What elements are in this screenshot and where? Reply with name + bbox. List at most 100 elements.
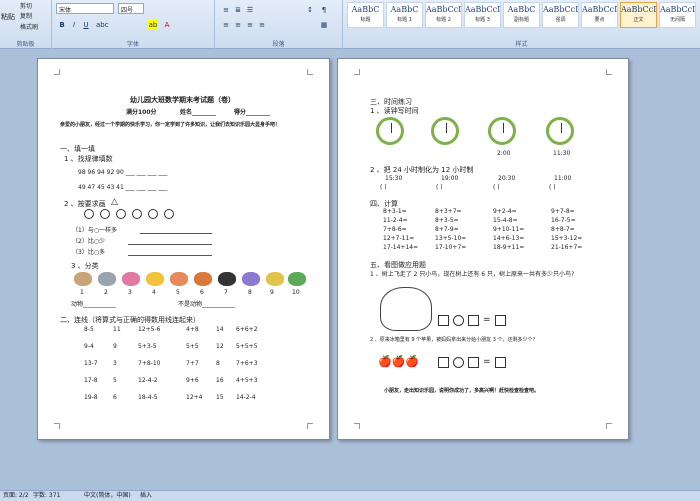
calc-item: 15-4-8= (493, 217, 518, 224)
table-cell: 18-4-5 (138, 394, 158, 401)
copy-button[interactable]: 复制 (20, 11, 32, 20)
circle-shape (100, 209, 110, 219)
style-heading-2[interactable]: AaBbCcD 标题 2 (425, 2, 462, 28)
apples-picture: 🍎🍎🍎 (378, 355, 420, 368)
language-indicator[interactable]: 中文(简体，中国) (84, 491, 131, 501)
picture-number: 5 (176, 289, 180, 296)
style-sample: AaBbCcDd (582, 5, 617, 14)
section-5-heading: 五、看图做应用题 (370, 261, 426, 269)
calc-item: 18-9+11= (493, 244, 525, 251)
not-animals-answer: 不是动物___________ (178, 301, 236, 308)
table-cell: 7+6+3 (236, 360, 258, 367)
picture-number: 7 (224, 289, 228, 296)
section-2-heading: 二、连线（将算式与正确的得数用线连起来） (60, 316, 200, 324)
answer-square (468, 315, 479, 326)
paragraph-label: 段落 (272, 41, 285, 48)
table-cell: 8 (216, 360, 220, 367)
calc-item: 15+3-12= (551, 235, 583, 242)
bold-icon[interactable]: B (57, 20, 67, 30)
cut-button[interactable]: 剪切 (20, 1, 32, 10)
answer-square (495, 315, 506, 326)
margin-mark (307, 423, 313, 429)
paste-button[interactable]: 粘贴 (1, 12, 15, 22)
calc-item: 17-14+14= (383, 244, 419, 251)
draw-question-3: （3）比○多 (72, 249, 106, 256)
style-title[interactable]: AaBbC 标题 (347, 2, 384, 28)
borders-icon[interactable]: ▦ (319, 20, 329, 30)
calc-item: 9+10-11= (493, 226, 525, 233)
style-sample: AaBbC (390, 5, 419, 14)
table-cell: 14 (216, 326, 224, 333)
multilevel-list-icon[interactable]: ☰ (245, 5, 255, 15)
calc-item: 12+7-11= (383, 235, 415, 242)
align-right-icon[interactable]: ≡ (245, 20, 255, 30)
calc-item: 7+8-6= (383, 226, 407, 233)
table-cell: 13-7 (84, 360, 98, 367)
margin-mark (354, 423, 360, 429)
style-emphasis[interactable]: AaBbCcDc 强调 (542, 2, 579, 28)
table-cell: 11 (113, 326, 121, 333)
style-normal[interactable]: AaBbCcDc 正文 (620, 2, 657, 28)
table-cell: 4+5+3 (236, 377, 258, 384)
basket-picture (194, 272, 212, 286)
font-size-select[interactable]: 四号 (118, 3, 144, 14)
margin-mark (606, 69, 612, 75)
table-cell: 9 (113, 343, 117, 350)
answer-line (140, 233, 212, 234)
style-name: 标题 1 (397, 17, 412, 23)
justify-icon[interactable]: ≡ (257, 20, 267, 30)
bullets-icon[interactable]: ≡ (221, 5, 231, 15)
style-sample: AaBbCcD (426, 5, 461, 14)
circle-shape (132, 209, 142, 219)
sequence-row-2: 49 47 45 43 41 ___ ___ ___ ___ (78, 184, 168, 191)
page-2[interactable]: 三、时间练习 1 、读钟写时间 2:00 11:30 2 、把 24 小时制化为… (337, 58, 629, 440)
style-heading-3[interactable]: AaBbCcDd 标题 3 (464, 2, 501, 28)
style-name: 强调 (555, 17, 566, 23)
align-left-icon[interactable]: ≡ (221, 20, 231, 30)
picture-number: 2 (104, 289, 108, 296)
style-name: 标题 2 (436, 17, 451, 23)
style-heading-1[interactable]: AaBbC 标题 1 (386, 2, 423, 28)
table-cell: 15 (216, 394, 224, 401)
styles-label: 样式 (515, 41, 528, 48)
subsection-1-2: 2 、按要求画 (64, 200, 106, 208)
margin-mark (307, 69, 313, 75)
table-cell: 5 (113, 377, 117, 384)
equals-sign: = (483, 357, 491, 367)
strikethrough-icon[interactable]: abc (96, 20, 109, 30)
style-strong[interactable]: AaBbCcDd 要点 (581, 2, 618, 28)
page-count[interactable]: 页面: 2/2 (3, 491, 29, 501)
closing-note: 小朋友，走出知识乐园，说明你成功了，多高兴啊！赶快检查检查吧。 (384, 388, 540, 394)
table-cell: 5+3-5 (138, 343, 157, 350)
answer-paren: ( ) (436, 184, 443, 191)
margin-mark (54, 423, 60, 429)
highlight-icon[interactable]: ab (148, 20, 158, 30)
sequence-row-1: 98 96 94 92 90 ___ ___ ___ ___ (78, 169, 168, 176)
font-name-select[interactable]: 宋体 (56, 3, 114, 14)
answer-square (438, 357, 449, 368)
italic-icon[interactable]: I (69, 20, 79, 30)
word-count[interactable]: 字数: 371 (33, 491, 60, 501)
calc-item: 11-2-4= (383, 217, 408, 224)
font-color-icon[interactable]: A (162, 20, 172, 30)
align-center-icon[interactable]: ≡ (233, 20, 243, 30)
show-marks-icon[interactable]: ¶ (319, 5, 329, 15)
clock-4 (546, 117, 574, 145)
answer-square (468, 357, 479, 368)
style-name: 要点 (594, 17, 605, 23)
style-subtitle[interactable]: AaBbC 副标题 (503, 2, 540, 28)
font-group: 宋体 四号 B I U abc A ab 字体 (52, 0, 215, 49)
underline-icon[interactable]: U (81, 20, 91, 30)
page-1[interactable]: 幼儿园大班数学期末考试题（卷） 满分100分 姓名________ 得分____… (37, 58, 330, 440)
style-no-spacing[interactable]: AaBbCcDc 无间隔 (659, 2, 696, 28)
sort-icon[interactable]: ↕ (305, 5, 315, 15)
equals-sign: = (483, 315, 491, 325)
draw-question-2: （2）比○少 (72, 238, 106, 245)
butterfly-picture (242, 272, 260, 286)
format-painter-button[interactable]: 格式刷 (20, 22, 38, 31)
numbering-icon[interactable]: ≣ (233, 5, 243, 15)
clock-time-3: 2:00 (497, 150, 511, 157)
calc-item: 9+2-4= (493, 208, 517, 215)
insert-mode[interactable]: 插入 (140, 491, 152, 501)
clock-time-4: 11:30 (553, 150, 571, 157)
